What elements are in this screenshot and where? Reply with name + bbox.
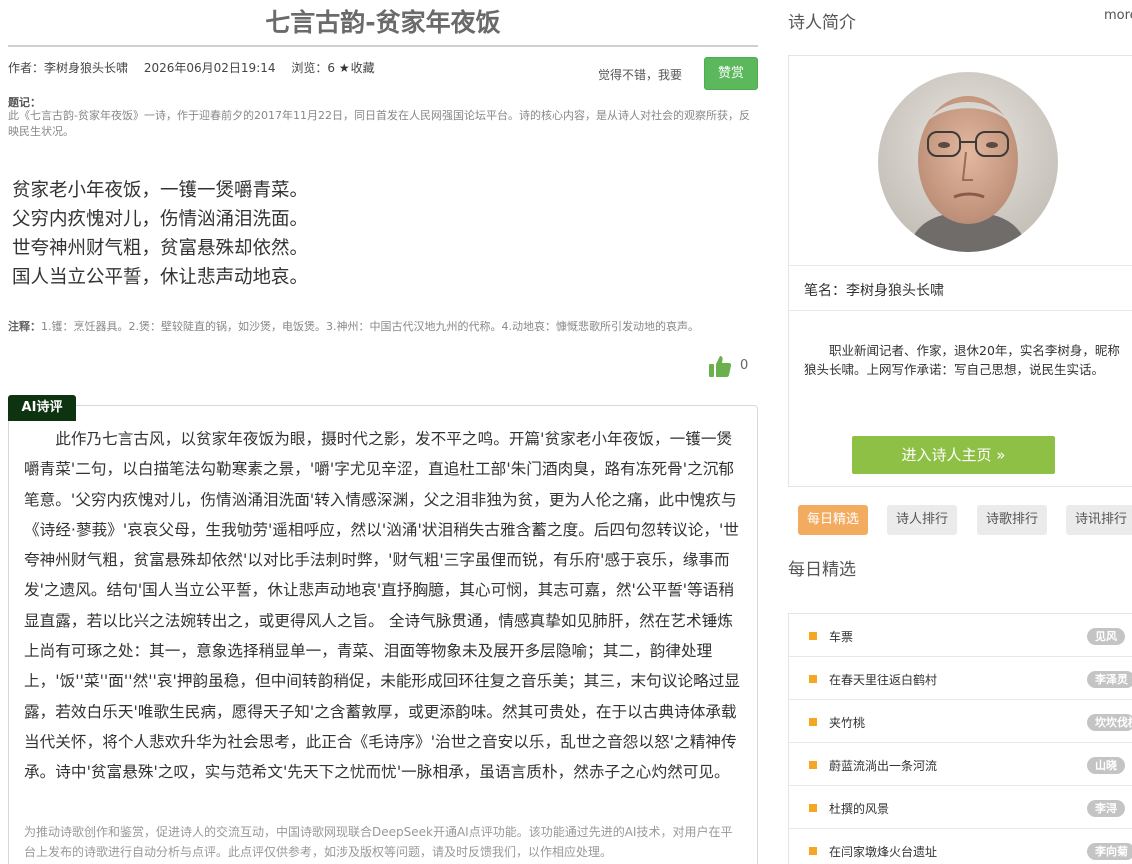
poem-body: 贫家老小年夜饭，一镬一煲嚼青菜。 父穷内疚愧对儿，伤情汹涌泪洗面。 世夸神州财气… [12, 176, 308, 292]
star-icon[interactable]: ★ [339, 61, 350, 75]
favorite-link[interactable]: 收藏 [351, 61, 375, 75]
view-count: 浏览：6 [291, 61, 335, 75]
poem-line: 世夸神州财气粗，贫富悬殊却依然。 [12, 238, 309, 259]
list-item[interactable]: 蔚蓝流淌出一条河流 山晓 [789, 743, 1132, 786]
bullet-icon [809, 718, 817, 726]
more-link[interactable]: more [1104, 8, 1132, 23]
annotation-text: 1.镬：烹饪器具。2.煲：壁较陡直的锅，如沙煲，电饭煲。3.神州：中国古代汉地九… [41, 320, 699, 333]
pen-name: 笔名：李树身狼头长啸 [804, 283, 944, 299]
author-badge[interactable]: 李浔 [1087, 800, 1125, 817]
like-count: 0 [740, 358, 749, 373]
poet-bio: 职业新闻记者、作家，退休20年，实名李树身，昵称狼头长啸。上网写作承诺：写自己思… [804, 343, 1120, 377]
card-divider [789, 310, 1132, 311]
article-meta: 作者：李树身狼头长啸 2026年06月02日19:14 浏览：6 ★收藏 [8, 59, 387, 76]
poem-link[interactable]: 蔚蓝流淌出一条河流 [829, 757, 937, 774]
list-item[interactable]: 在春天里往返白鹤村 李泽灵 [789, 657, 1132, 700]
page-title: 七言古韵-贫家年夜饭 [265, 8, 501, 37]
ai-review-tag: AI诗评 [8, 395, 76, 421]
author-badge[interactable]: 李向菊 [1087, 843, 1132, 860]
tab-poem-ranking[interactable]: 诗歌排行 [977, 505, 1048, 535]
author-badge[interactable]: 李泽灵 [1087, 671, 1132, 688]
ai-disclaimer: 为推动诗歌创作和鉴赏，促进诗人的交流互动，中国诗歌网现联合DeepSeek开通A… [24, 825, 733, 859]
list-item[interactable]: 车票 见风 [789, 614, 1132, 657]
tab-daily-picks[interactable]: 每日精选 [798, 505, 869, 535]
bullet-icon [809, 804, 817, 812]
author-link[interactable]: 作者：李树身狼头长啸 [8, 61, 128, 75]
avatar[interactable] [878, 72, 1058, 252]
poem-link[interactable]: 在春天里往返白鹤村 [829, 671, 937, 688]
poet-intro-title: 诗人简介 [788, 13, 856, 33]
reward-button[interactable]: 赞赏 [704, 57, 758, 90]
poem-link[interactable]: 车票 [829, 628, 853, 645]
poem-line: 贫家老小年夜饭，一镬一煲嚼青菜。 [12, 180, 309, 201]
tab-news-ranking[interactable]: 诗讯排行 [1066, 505, 1132, 535]
list-item[interactable]: 夹竹桃 坎坎伐檀 [789, 700, 1132, 743]
title-divider [8, 45, 758, 47]
bullet-icon [809, 632, 817, 640]
bullet-icon [809, 847, 817, 855]
ai-review-text: 此作乃七言古风，以贫家年夜饭为眼，摄时代之影，发不平之鸣。开篇'贫家老小年夜饭，… [24, 430, 741, 782]
card-divider [789, 265, 1132, 266]
poem-link[interactable]: 夹竹桃 [829, 714, 865, 731]
poet-homepage-button[interactable]: 进入诗人主页 » [852, 436, 1055, 474]
list-item[interactable]: 杜撰的风景 李浔 [789, 786, 1132, 829]
author-badge[interactable]: 山晓 [1087, 757, 1125, 774]
bullet-icon [809, 675, 817, 683]
thumbs-up-icon[interactable] [708, 354, 732, 382]
poem-link[interactable]: 杜撰的风景 [829, 800, 889, 817]
foreword-text: 此《七言古韵-贫家年夜饭》一诗，作于迎春前夕的2017年11月22日，同日首发在… [8, 109, 750, 138]
publish-date: 2026年06月02日19:14 [143, 61, 276, 75]
poem-line: 国人当立公平誓，休让悲声动地哀。 [12, 267, 309, 288]
list-item[interactable]: 在闫家墩烽火台遗址 李向菊 [789, 829, 1132, 864]
author-badge[interactable]: 见风 [1087, 628, 1125, 645]
author-badge[interactable]: 坎坎伐檀 [1087, 714, 1132, 731]
reward-prompt: 觉得不错，我要 [598, 68, 683, 82]
poem-line: 父穷内疚愧对儿，伤情汹涌泪洗面。 [12, 209, 309, 230]
daily-picks-list: 车票 见风 在春天里往返白鹤村 李泽灵 夹竹桃 坎坎伐檀 蔚蓝流淌出一条河流 山晓 杜撰… [788, 613, 1132, 864]
annotation-label: 注释： [8, 320, 41, 333]
tab-poet-ranking[interactable]: 诗人排行 [887, 505, 958, 535]
daily-picks-title: 每日精选 [788, 560, 856, 580]
annotation: 注释：1.镬：烹饪器具。2.煲：壁较陡直的锅，如沙煲，电饭煲。3.神州：中国古代… [8, 318, 699, 334]
poem-link[interactable]: 在闫家墩烽火台遗址 [829, 843, 937, 860]
bullet-icon [809, 761, 817, 769]
